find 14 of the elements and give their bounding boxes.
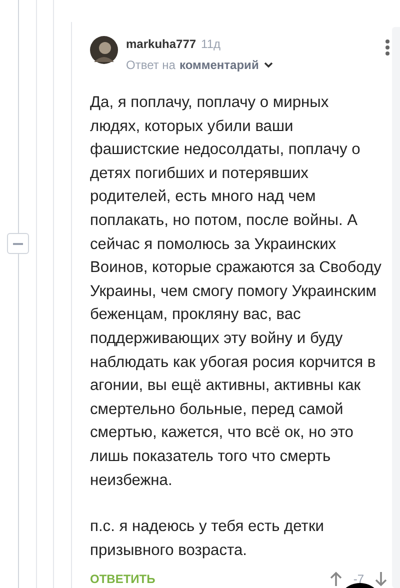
comment-text: п.с. я надеюсь у тебя есть детки призывного возраста. [90,517,325,561]
parent-comment-link[interactable]: комментарий [179,56,259,74]
upvote-icon[interactable] [330,571,342,588]
chevron-down-icon[interactable] [264,62,273,68]
author-name[interactable]: markuha777 [126,35,196,53]
downvote-icon[interactable] [375,571,387,588]
reply-label: Ответ на [126,57,176,74]
more-options-icon[interactable] [385,39,390,56]
collapse-button[interactable] [7,233,29,254]
avatar-icon[interactable] [90,36,118,64]
reply-button[interactable]: ОТВЕТИТЬ [90,570,156,588]
comment-time: 11д [201,36,221,53]
comment-text: Да, я поплачу, поплачу о мирных людях, которых убили ваши фашистские недосолдаты, поплачу о детях погибших и потерявших родителей, есть много над чем поплакать, но потом, после войны. А сейчас я помолюсь за Украинских Воинов, которые сражаются за Свободу Украины, чем смогу помогу Украинским беженцам, прокляну вас, вас поддерживающих эту войну и буду наблюдать как убогая росия корчится в агонии, вы ещё активны, активны как смертельно больные, перед самой смертью, кажется, что всё ок, но это лишь показатель того что смерть неизбежна. [90,93,382,490]
rating-count: -7 [353,571,364,588]
